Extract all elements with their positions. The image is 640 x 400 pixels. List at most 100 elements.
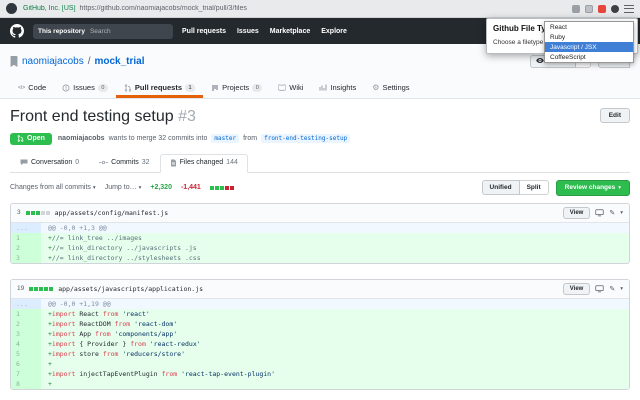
tab-wiki[interactable]: Wiki [270, 79, 311, 98]
base-branch-label[interactable]: master [211, 134, 240, 144]
file-path[interactable]: app/assets/javascripts/application.js [58, 285, 203, 293]
line-code: +import store from 'reducers/store' [41, 348, 629, 359]
diffstat-block [39, 286, 44, 291]
github-logo-icon[interactable] [10, 24, 24, 38]
line-code: +//= link_directory ../javascripts .js [41, 242, 629, 253]
diffstat-blocks [25, 210, 50, 215]
review-changes-button[interactable]: Review changes ▾ [555, 179, 630, 196]
jump-to-dropdown[interactable]: Jump to… ▾ [105, 184, 142, 191]
edit-file-icon[interactable]: ✎ [609, 285, 615, 293]
graph-icon [319, 84, 327, 92]
browser-menu-icon[interactable] [624, 4, 634, 13]
rich-diff-icon[interactable] [595, 209, 604, 217]
filetype-option[interactable]: CoffeeScript [545, 52, 633, 62]
extension-icon[interactable] [585, 4, 593, 13]
tab-count: 0 [97, 83, 108, 92]
caret-down-icon: ▾ [92, 184, 96, 191]
split-button[interactable]: Split [519, 180, 549, 196]
filetype-option[interactable]: Ruby [545, 32, 633, 42]
line-number[interactable]: 7 [11, 368, 41, 379]
line-number[interactable]: 2 [11, 242, 41, 253]
caret-down-icon[interactable]: ▾ [620, 210, 623, 216]
diff-line-row: 8 + [11, 378, 629, 389]
tab-label: Projects [222, 83, 250, 92]
caret-down-icon: ▾ [138, 184, 142, 191]
browser-chrome: GitHub, Inc. [US] https://github.com/nao… [0, 0, 640, 18]
tab-code[interactable]: </> Code [10, 79, 54, 98]
tab-label: Wiki [289, 83, 304, 92]
line-code: +//= link_directory ../stylesheets .css [41, 252, 629, 263]
pr-tabs: Conversation 0 Commits 32 Files changed … [10, 153, 630, 173]
diff-hunk-row: ... @@ -0,0 +1,19 @@ [11, 298, 629, 309]
line-number[interactable]: 1 [11, 232, 41, 243]
filetype-option[interactable]: React [545, 22, 633, 32]
head-branch-label[interactable]: front-end-testing-setup [261, 134, 351, 144]
diff-line-row: 1 +import React from 'react' [11, 308, 629, 319]
search-input[interactable]: This repository Search [33, 23, 173, 39]
tab-insights[interactable]: Insights [311, 79, 364, 98]
diffstat-blocks [29, 286, 54, 291]
line-number[interactable]: 4 [11, 338, 41, 349]
pr-title-text: Front end testing setup [10, 108, 174, 125]
filetype-option[interactable]: Javascript / JSX [545, 42, 633, 52]
diffstat-block [224, 185, 229, 190]
tab-pull-requests[interactable]: Pull requests 1 [115, 79, 204, 98]
diffstat-block [29, 286, 34, 291]
diff-line-row: 2 +import ReactDOM from 'react-dom' [11, 318, 629, 329]
repo-tabs: </> Code Issues 0 Pull requests 1 Projec… [0, 74, 640, 98]
tab-label: Insights [330, 83, 357, 92]
book-icon [278, 84, 286, 92]
nav-issues[interactable]: Issues [237, 28, 259, 35]
line-code: +import App from 'components/app' [41, 328, 629, 339]
rich-diff-icon[interactable] [595, 285, 604, 293]
line-number[interactable]: 1 [11, 308, 41, 319]
unified-button[interactable]: Unified [481, 180, 520, 196]
tab-count: 1 [185, 83, 196, 92]
tab-commits[interactable]: Commits 32 [89, 154, 159, 173]
line-number[interactable]: 6 [11, 358, 41, 369]
security-label: GitHub, Inc. [US] [23, 5, 76, 12]
line-number[interactable]: 5 [11, 348, 41, 359]
tab-projects[interactable]: Projects 0 [203, 79, 270, 98]
breadcrumb: naomiajacobs / mock_trial [10, 55, 145, 67]
tab-settings[interactable]: ⚙ Settings [364, 79, 417, 98]
commit-icon [99, 159, 109, 166]
line-number[interactable]: 8 [11, 378, 41, 389]
extension-icon[interactable] [598, 4, 606, 13]
file-header: 19 app/assets/javascripts/application.js… [11, 279, 629, 299]
line-code: @@ -0,0 +1,19 @@ [41, 298, 629, 309]
edit-file-icon[interactable]: ✎ [609, 209, 615, 217]
caret-down-icon[interactable]: ▾ [620, 286, 623, 292]
address-bar[interactable]: GitHub, Inc. [US] https://github.com/nao… [23, 5, 566, 12]
tab-issues[interactable]: Issues 0 [54, 79, 116, 98]
diffstat-block [35, 210, 40, 215]
view-file-button[interactable]: View [562, 206, 591, 219]
git-pull-request-icon [124, 83, 132, 92]
nav-explore[interactable]: Explore [321, 28, 347, 35]
view-file-button[interactable]: View [562, 282, 591, 295]
diffstat-block [34, 286, 39, 291]
repo-name-link[interactable]: mock_trial [95, 56, 145, 67]
nav-marketplace[interactable]: Marketplace [270, 28, 310, 35]
nav-pull-requests[interactable]: Pull requests [182, 28, 226, 35]
file-changes-count: 3 [17, 209, 21, 217]
file-diff-icon [170, 159, 177, 167]
line-number[interactable]: 3 [11, 328, 41, 339]
extension-icon[interactable] [572, 4, 580, 13]
tab-conversation[interactable]: Conversation 0 [10, 154, 89, 173]
diffstat-block [44, 286, 49, 291]
git-pull-request-icon [17, 135, 24, 142]
github-extension-icon[interactable] [611, 4, 619, 13]
tab-files-changed[interactable]: Files changed 144 [159, 153, 248, 173]
edit-button[interactable]: Edit [599, 108, 630, 123]
pr-author-link[interactable]: naomiajacobs [58, 135, 105, 142]
tab-count: 0 [75, 159, 80, 167]
issue-icon [62, 84, 70, 92]
line-number[interactable]: 3 [11, 252, 41, 263]
file-path[interactable]: app/assets/config/manifest.js [55, 209, 169, 217]
line-number[interactable]: 2 [11, 318, 41, 329]
diff-hunk-row: ... @@ -0,0 +1,3 @@ [11, 222, 629, 233]
repo-owner-link[interactable]: naomiajacobs [22, 56, 84, 67]
diff-toolbar: Changes from all commits ▾ Jump to… ▾ +2… [10, 179, 630, 196]
changes-dropdown[interactable]: Changes from all commits ▾ [10, 184, 96, 191]
